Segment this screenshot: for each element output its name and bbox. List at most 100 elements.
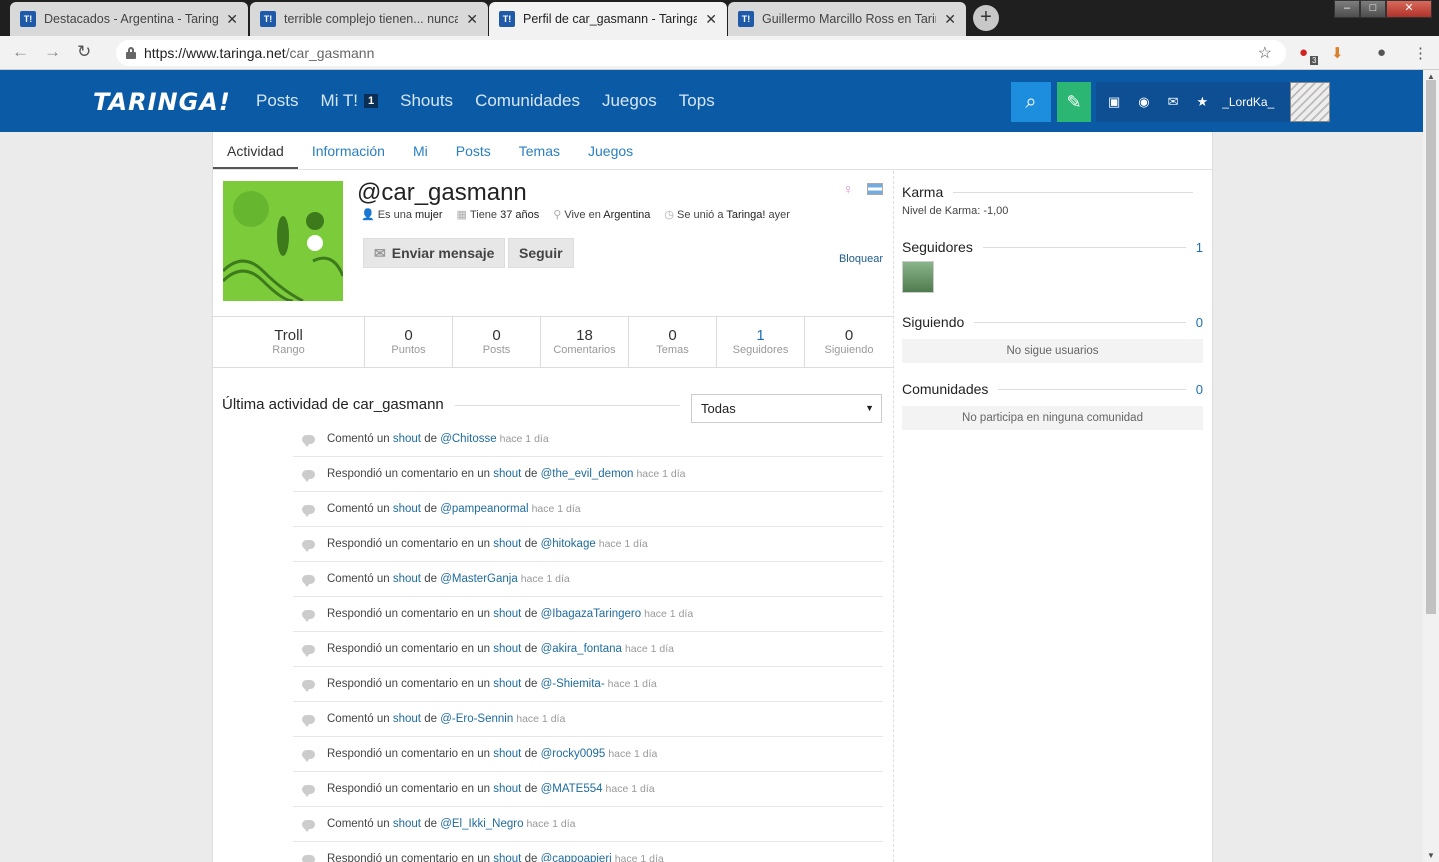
extension-badge: 3 bbox=[1310, 56, 1319, 65]
following-empty: No sigue usuarios bbox=[902, 339, 1203, 363]
nav-shouts[interactable]: Shouts bbox=[400, 91, 453, 111]
menu-icon[interactable]: ⋮ bbox=[1413, 44, 1428, 62]
account-icon[interactable]: ● bbox=[1377, 44, 1386, 61]
browser-tab[interactable]: T! Guillermo Marcillo Ross en Taringa! ✕ bbox=[728, 2, 966, 36]
tab-temas[interactable]: Temas bbox=[505, 132, 574, 169]
shout-link[interactable]: shout bbox=[493, 643, 521, 655]
activity-connector: de bbox=[524, 643, 538, 655]
shout-link[interactable]: shout bbox=[493, 608, 521, 620]
username[interactable]: _LordKa_ bbox=[1222, 95, 1274, 109]
stat-seguidores[interactable]: 1 Seguidores bbox=[717, 317, 805, 367]
following-header: Siguiendo 0 bbox=[902, 314, 1203, 330]
stats-icon[interactable]: ▣ bbox=[1108, 94, 1120, 110]
clock-icon: ◷ bbox=[664, 209, 674, 221]
followers-title: Seguidores bbox=[902, 239, 973, 255]
new-tab-icon[interactable]: + bbox=[973, 5, 999, 31]
nav-tops[interactable]: Tops bbox=[679, 91, 715, 111]
shout-link[interactable]: shout bbox=[393, 818, 421, 830]
nav-mi-t[interactable]: Mi T! 1 bbox=[321, 91, 379, 111]
meta-joined-when: ayer bbox=[768, 209, 790, 221]
block-link[interactable]: Bloquear bbox=[839, 253, 883, 265]
follow-button[interactable]: Seguir bbox=[508, 238, 574, 268]
user-link[interactable]: @-Shiemita- bbox=[541, 678, 605, 690]
stat-value: 1 bbox=[756, 327, 765, 344]
user-link[interactable]: @akira_fontana bbox=[541, 643, 622, 655]
user-link[interactable]: @IbagazaTaringero bbox=[541, 608, 642, 620]
browser-tab-active[interactable]: T! Perfil de car_gasmann - Taringa! ✕ bbox=[489, 2, 727, 36]
communities-header: Comunidades 0 bbox=[902, 381, 1203, 397]
followers-count[interactable]: 1 bbox=[1196, 240, 1203, 255]
bookmark-star-icon[interactable]: ☆ bbox=[1258, 43, 1272, 63]
browser-tab[interactable]: T! terrible complejo tienen... nunca ✕ bbox=[250, 2, 488, 36]
profile-stats: Troll Rango 0 Puntos 0 Posts 18 Comentarios … bbox=[213, 316, 893, 368]
taringa-favicon: T! bbox=[20, 11, 36, 27]
mail-icon[interactable]: ✉ bbox=[1168, 94, 1179, 110]
close-icon[interactable]: ✕ bbox=[226, 11, 238, 28]
tab-title: terrible complejo tienen... nunca bbox=[284, 12, 459, 26]
shout-link[interactable]: shout bbox=[493, 538, 521, 550]
nav-juegos[interactable]: Juegos bbox=[602, 91, 657, 111]
follower-avatar[interactable] bbox=[902, 261, 934, 293]
profile-username: @car_gasmann bbox=[357, 179, 527, 206]
send-message-button[interactable]: ✉ Enviar mensaje bbox=[363, 238, 506, 268]
activity-filter-select[interactable]: Todas ▼ bbox=[691, 394, 882, 423]
scrollbar-thumb[interactable] bbox=[1426, 80, 1436, 614]
meta-gender-label: Es una bbox=[377, 209, 412, 221]
window-close-icon[interactable]: ✕ bbox=[1386, 0, 1432, 18]
close-icon[interactable]: ✕ bbox=[944, 11, 956, 28]
shout-link[interactable]: shout bbox=[393, 573, 421, 585]
tab-title: Guillermo Marcillo Ross en Taringa! bbox=[762, 12, 936, 26]
shout-link[interactable]: shout bbox=[393, 433, 421, 445]
tab-mi[interactable]: Mi bbox=[399, 132, 442, 169]
shout-link[interactable]: shout bbox=[393, 503, 421, 515]
shout-link[interactable]: shout bbox=[393, 713, 421, 725]
maximize-icon[interactable]: □ bbox=[1360, 0, 1386, 18]
new-post-icon[interactable]: ✎ bbox=[1057, 82, 1091, 122]
followers-section: Seguidores 1 bbox=[902, 239, 1203, 293]
avatar[interactable] bbox=[1290, 82, 1330, 122]
user-link[interactable]: @Chitosse bbox=[440, 433, 496, 445]
download-icon[interactable]: ⬇ bbox=[1331, 44, 1344, 62]
taringa-favicon: T! bbox=[738, 11, 754, 27]
nav-posts[interactable]: Posts bbox=[256, 91, 299, 111]
tab-juegos[interactable]: Juegos bbox=[574, 132, 647, 169]
favorites-star-icon[interactable]: ★ bbox=[1197, 94, 1209, 110]
tab-posts[interactable]: Posts bbox=[442, 132, 505, 169]
user-link[interactable]: @rocky0095 bbox=[541, 748, 606, 760]
close-icon[interactable]: ✕ bbox=[466, 11, 478, 28]
profile-subnav: Actividad Información Mi Posts Temas Jue… bbox=[213, 132, 1212, 170]
shout-link[interactable]: shout bbox=[493, 853, 521, 862]
forward-icon[interactable]: → bbox=[44, 42, 61, 62]
shout-link[interactable]: shout bbox=[493, 468, 521, 480]
extension-icon[interactable]: ● bbox=[1299, 44, 1308, 61]
eye-icon[interactable]: ◉ bbox=[1138, 94, 1149, 110]
user-link[interactable]: @-Ero-Sennin bbox=[440, 713, 513, 725]
shout-link[interactable]: shout bbox=[493, 783, 521, 795]
shout-link[interactable]: shout bbox=[493, 678, 521, 690]
user-link[interactable]: @MATE554 bbox=[541, 783, 603, 795]
minimize-icon[interactable]: – bbox=[1334, 0, 1360, 18]
user-link[interactable]: @the_evil_demon bbox=[541, 468, 634, 480]
page-scrollbar[interactable]: ▲ ▼ bbox=[1423, 70, 1439, 862]
karma-section: Karma Nivel de Karma: -1,00 bbox=[902, 184, 1203, 217]
meta-age-value: 37 años bbox=[500, 209, 540, 221]
user-link[interactable]: @cappoapieri bbox=[541, 853, 612, 862]
browser-tab[interactable]: T! Destacados - Argentina - Taringa! ✕ bbox=[10, 2, 248, 36]
user-link[interactable]: @hitokage bbox=[541, 538, 596, 550]
address-bar[interactable]: https://www.taringa.net/car_gasmann ☆ bbox=[116, 40, 1286, 66]
back-icon[interactable]: ← bbox=[12, 42, 29, 62]
tab-actividad[interactable]: Actividad bbox=[213, 132, 298, 169]
scroll-down-icon[interactable]: ▼ bbox=[1427, 851, 1435, 860]
activity-connector: de bbox=[424, 573, 437, 585]
divider bbox=[893, 171, 894, 862]
shout-link[interactable]: shout bbox=[493, 748, 521, 760]
taringa-logo[interactable]: TARINGA! bbox=[93, 88, 231, 116]
user-link[interactable]: @MasterGanja bbox=[440, 573, 518, 585]
nav-comunidades[interactable]: Comunidades bbox=[475, 91, 580, 111]
user-link[interactable]: @El_Ikki_Negro bbox=[440, 818, 523, 830]
search-icon[interactable]: ⌕ bbox=[1011, 82, 1051, 122]
user-link[interactable]: @pampeanormal bbox=[440, 503, 528, 515]
close-icon[interactable]: ✕ bbox=[705, 11, 717, 28]
reload-icon[interactable]: ↻ bbox=[77, 42, 91, 62]
tab-informacion[interactable]: Información bbox=[298, 132, 399, 169]
